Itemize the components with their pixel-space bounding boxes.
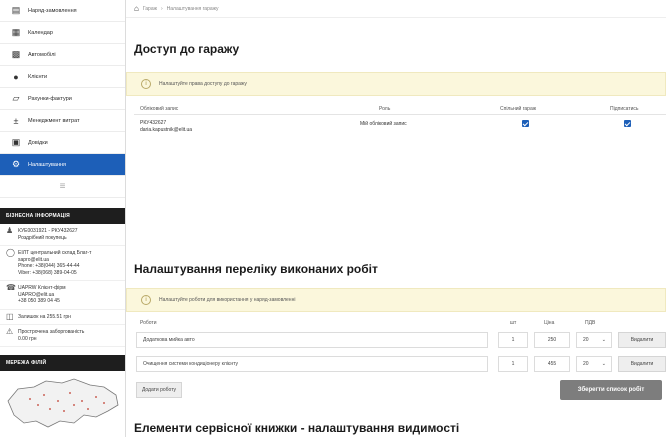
sidebar-item-label: Календар xyxy=(28,29,53,36)
menu-toggle[interactable]: ≡ xyxy=(0,176,125,198)
service-book-title: Елементи сервісної книжки - налаштування… xyxy=(134,421,460,435)
sidebar-item-settings[interactable]: ⚙ Налаштування xyxy=(0,154,125,176)
sidebar-item-expenses[interactable]: ± Менеджмент витрат xyxy=(0,110,125,132)
manager-name: UAPRW Клієнт-фірм xyxy=(18,285,66,291)
garage-access-title: Доступ до гаражу xyxy=(134,42,240,56)
breadcrumb: ⌂ Гараж › Налаштування гаражу xyxy=(126,0,666,18)
sidebar-item-label: Наряд-замовлення xyxy=(28,7,77,14)
warehouse-name: ЕІЛТ центральний склад Благ-т xyxy=(18,250,92,256)
branch-network-header: МЕРЕЖА ФІЛІЙ xyxy=(0,355,125,371)
manager-phone: +38 050 389 04 45 xyxy=(18,298,60,304)
credit-balance: Залишок на 255.51 грн xyxy=(18,313,71,320)
alert-text: Налаштуйте права доступу до гаражу xyxy=(159,81,247,87)
sidebar-item-label: Автомобілі xyxy=(28,51,56,58)
overdue-amount: 0.00 грн xyxy=(18,335,37,342)
info-warehouse: ◯ ЕІЛТ центральний склад Благ-т sapro@el… xyxy=(0,246,125,281)
col-price: Ціна xyxy=(544,320,555,326)
chevron-down-icon: ⌄ xyxy=(601,361,606,367)
work-price-input[interactable]: 455 xyxy=(534,356,570,372)
ukraine-map-icon xyxy=(7,378,119,428)
warning-icon: ⚠ xyxy=(6,327,14,336)
price-icon: ± xyxy=(13,115,19,126)
info-icon: i xyxy=(141,79,151,89)
sidebar-item-label: Менеджмент витрат xyxy=(28,117,80,124)
info-manager: ☎ UAPRW Клієнт-фірм UAPRO@elit.ua +38 05… xyxy=(0,281,125,310)
warehouse-icon: ◯ xyxy=(6,248,15,257)
col-works: Роботи xyxy=(140,320,157,326)
subscribe-checkbox[interactable] xyxy=(624,120,631,127)
main-content: ⌂ Гараж › Налаштування гаражу Доступ до … xyxy=(126,0,666,437)
account-type: Роздрібний покупець xyxy=(18,234,67,241)
work-name-input[interactable]: Додаткова мийка авто xyxy=(136,332,488,348)
info-credit: ◫ Залишок на 255.51 грн xyxy=(0,310,125,325)
sidebar-item-clients[interactable]: ● Клієнти xyxy=(0,66,125,88)
work-name-input[interactable]: Очищення системи кондиціонеру клієнту xyxy=(136,356,488,372)
garage-access-alert: i Налаштуйте права доступу до гаражу xyxy=(126,72,666,96)
work-vat-select[interactable]: 20 ⌄ xyxy=(576,332,612,348)
home-icon[interactable]: ⌂ xyxy=(134,4,139,13)
gear-icon: ⚙ xyxy=(11,159,21,169)
work-price-input[interactable]: 250 xyxy=(534,332,570,348)
overdue-label: Прострочена заборгованість xyxy=(18,329,85,335)
clipboard-icon: ▤ xyxy=(11,5,21,15)
delete-work-button[interactable]: Видалити xyxy=(618,356,666,372)
vat-value: 20 xyxy=(583,361,589,367)
sidebar-item-label: Довідки xyxy=(28,139,48,146)
row-role: Мій обліковий запис xyxy=(360,121,407,127)
col-shared-garage: Спільний гараж xyxy=(500,106,537,112)
work-vat-select[interactable]: 20 ⌄ xyxy=(576,356,612,372)
breadcrumb-root[interactable]: Гараж xyxy=(143,6,157,12)
users-icon: ● xyxy=(13,71,19,82)
car-icon: ▩ xyxy=(11,49,21,59)
info-overdue: ⚠ Прострочена заборгованість 0.00 грн xyxy=(0,325,125,347)
contact-icon: ☎ xyxy=(6,283,16,292)
breadcrumb-current: Налаштування гаражу xyxy=(166,5,219,12)
alert-text: Налаштуйте роботи для використання у нар… xyxy=(159,297,296,303)
business-info-header: БІЗНЕСНА ІНФОРМАЦІЯ xyxy=(0,208,125,224)
work-qty-input[interactable]: 1 xyxy=(498,332,528,348)
user-icon: ♟ xyxy=(6,226,14,235)
account-id: КУЕ0031921 - РКУ432627 xyxy=(18,228,78,234)
info-account: ♟ КУЕ0031921 - РКУ432627 Роздрібний поку… xyxy=(0,224,125,246)
sidebar-item-invoices[interactable]: ▱ Рахунки-фактури xyxy=(0,88,125,110)
col-subscribe: Підписатись xyxy=(610,106,639,112)
vat-value: 20 xyxy=(583,337,589,343)
table-divider xyxy=(134,114,666,115)
works-title: Налаштування переліку виконаних робіт xyxy=(134,262,378,276)
sidebar-item-label: Рахунки-фактури xyxy=(28,95,72,102)
row-account-email: daria.kapustnik@elit.ua xyxy=(140,127,193,133)
hamburger-icon: ≡ xyxy=(59,181,66,192)
col-qty: шт xyxy=(510,320,517,326)
sidebar-item-cars[interactable]: ▩ Автомобілі xyxy=(0,44,125,66)
col-account: Обліковий запис xyxy=(140,106,179,112)
row-account-id: РКУ432627 xyxy=(140,120,167,126)
col-vat: ПДВ xyxy=(585,320,596,326)
works-alert: i Налаштуйте роботи для використання у н… xyxy=(126,288,666,312)
info-icon: i xyxy=(141,295,151,305)
sidebar-item-label: Налаштування xyxy=(28,161,67,168)
reports-icon: ▣ xyxy=(11,137,21,147)
chevron-down-icon: ⌄ xyxy=(601,337,606,343)
sidebar-item-label: Клієнти xyxy=(28,73,48,80)
save-works-button[interactable]: Зберегти список робіт xyxy=(560,380,662,400)
shared-garage-checkbox[interactable] xyxy=(522,120,529,127)
sidebar-item-orders[interactable]: ▤ Наряд-замовлення xyxy=(0,0,125,22)
add-work-button[interactable]: Додати роботу xyxy=(136,382,182,398)
invoice-icon: ▱ xyxy=(12,93,20,103)
sidebar-item-reports[interactable]: ▣ Довідки xyxy=(0,132,125,154)
delete-work-button[interactable]: Видалити xyxy=(618,332,666,348)
warehouse-viber: Viber: +38(068) 389-04-05 xyxy=(18,269,77,276)
sidebar-item-calendar[interactable]: ▦ Календар xyxy=(0,22,125,44)
work-qty-input[interactable]: 1 xyxy=(498,356,528,372)
sidebar: ▤ Наряд-замовлення ▦ Календар ▩ Автомобі… xyxy=(0,0,126,437)
breadcrumb-separator: › xyxy=(160,5,163,12)
col-role: Роль xyxy=(379,106,391,112)
branch-map[interactable] xyxy=(0,371,125,435)
wallet-icon: ◫ xyxy=(6,311,14,321)
calendar-icon: ▦ xyxy=(11,27,21,37)
